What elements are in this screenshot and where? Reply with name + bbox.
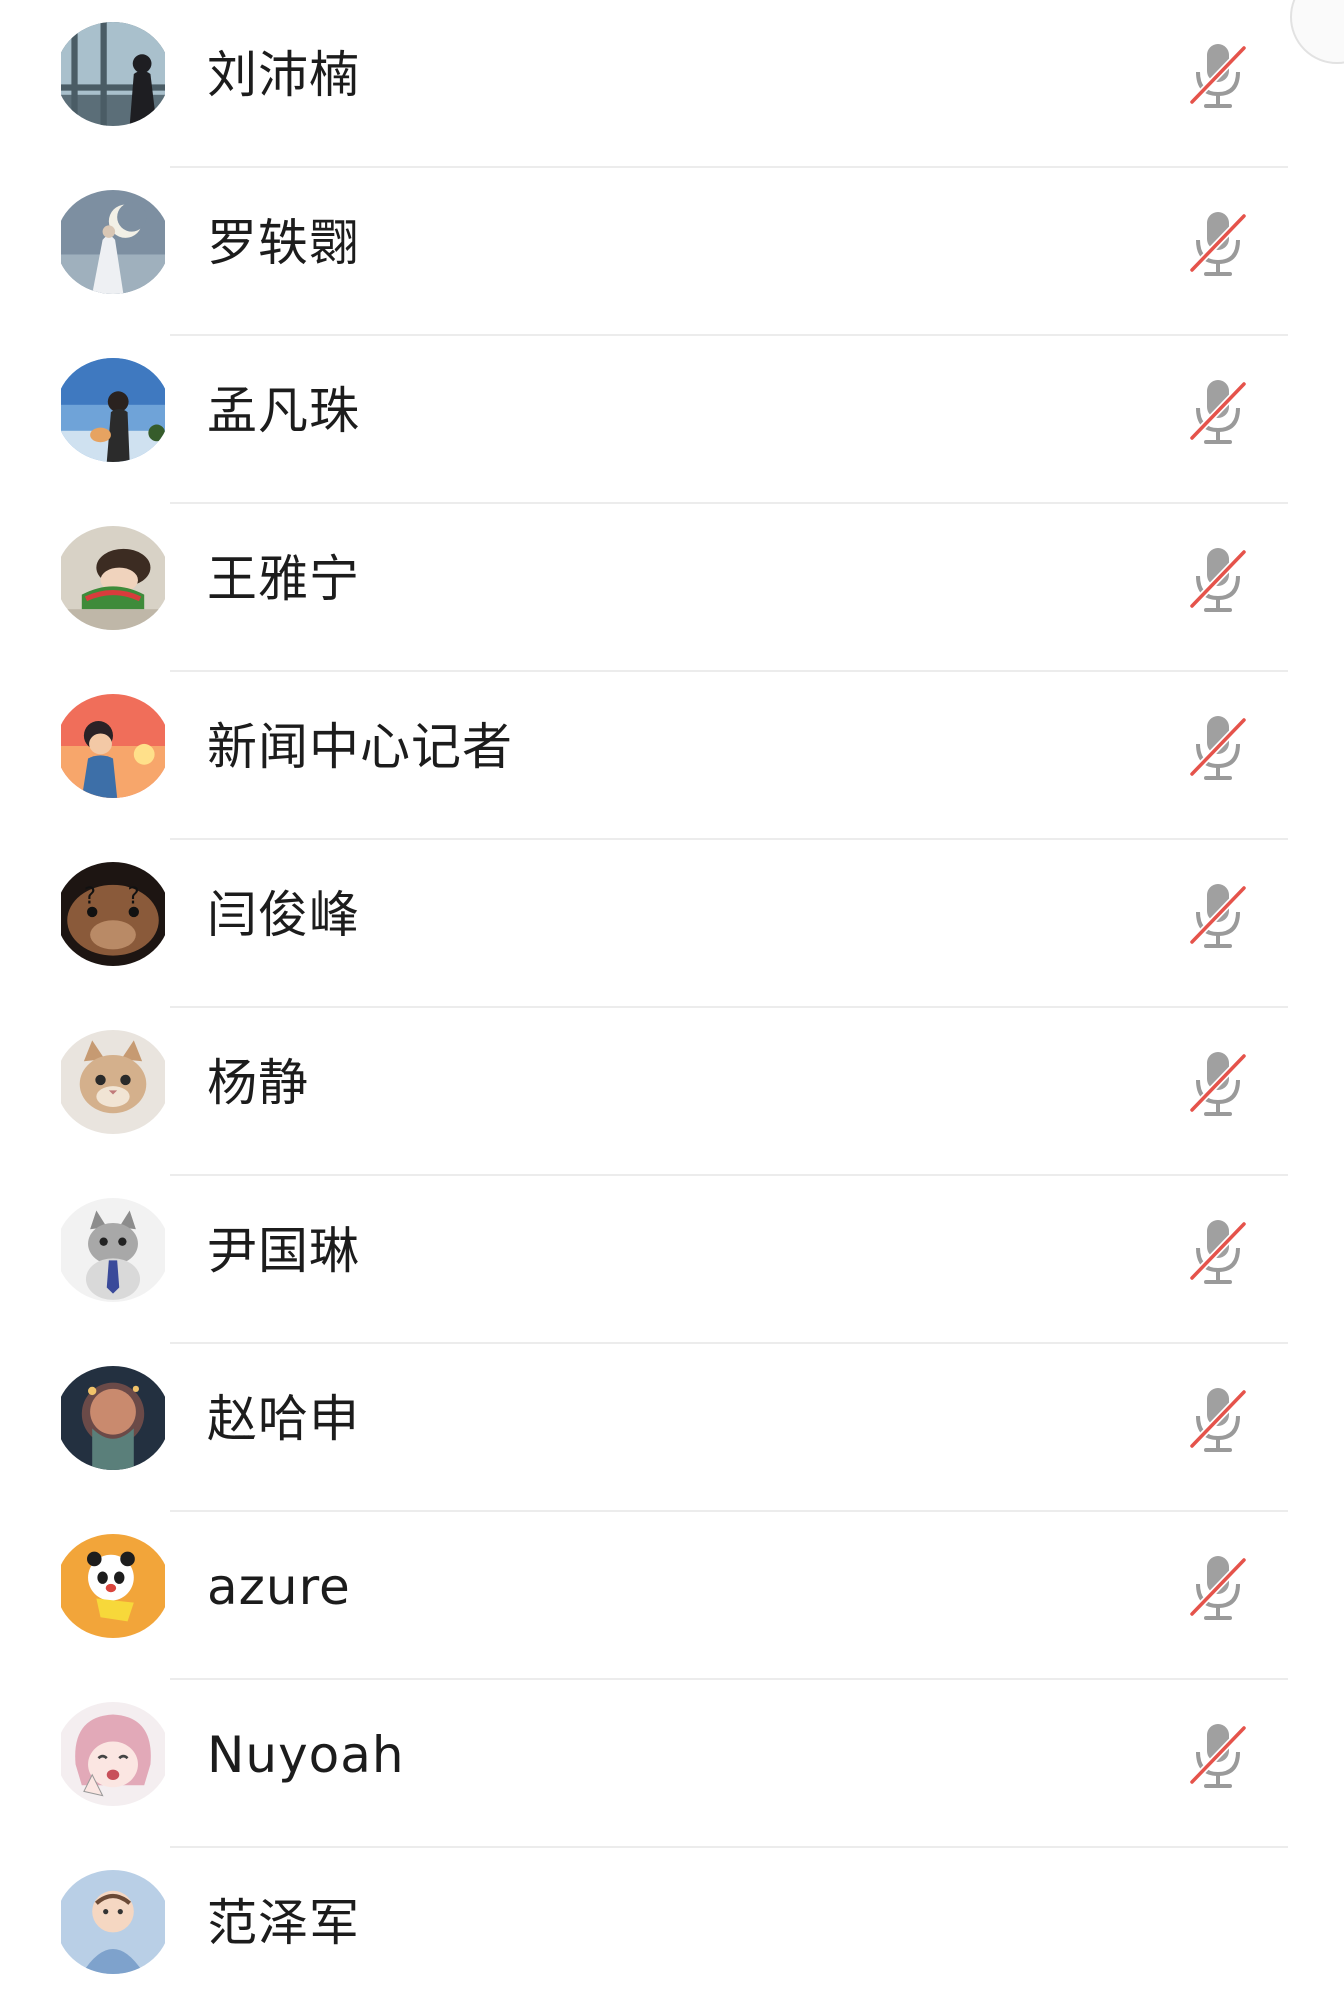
participant-name: 王雅宁 bbox=[207, 550, 360, 608]
avatar-cat[interactable] bbox=[56, 1030, 170, 1134]
participant-row[interactable]: 新闻中心记者 bbox=[0, 672, 1344, 840]
participant-row[interactable]: 孟凡珠 bbox=[0, 336, 1344, 504]
mic-off-icon[interactable] bbox=[1188, 38, 1248, 112]
participant-name: 罗轶翾 bbox=[207, 214, 360, 272]
svg-text:?: ? bbox=[84, 884, 96, 910]
participant-name: 杨静 bbox=[207, 1054, 309, 1112]
svg-text:?: ? bbox=[128, 884, 140, 910]
participant-row[interactable]: ? ? 闫俊峰 bbox=[0, 840, 1344, 1008]
participant-row[interactable]: 杨静 bbox=[0, 1008, 1344, 1176]
mic-off-icon[interactable] bbox=[1188, 710, 1248, 784]
participant-row[interactable]: 赵哈申 bbox=[0, 1344, 1344, 1512]
participant-name: 赵哈申 bbox=[207, 1390, 360, 1448]
mic-off-icon[interactable] bbox=[1188, 878, 1248, 952]
participant-name: azure bbox=[207, 1558, 351, 1616]
avatar-panda-sticker[interactable] bbox=[56, 1534, 170, 1638]
participant-name: 孟凡珠 bbox=[207, 382, 360, 440]
participant-row[interactable]: azure bbox=[0, 1512, 1344, 1680]
mic-off-icon[interactable] bbox=[1188, 1214, 1248, 1288]
avatar-window-girl[interactable] bbox=[56, 22, 170, 126]
participant-row[interactable]: 罗轶翾 bbox=[0, 168, 1344, 336]
avatar-sunset-boy[interactable] bbox=[56, 694, 170, 798]
participant-row[interactable]: 刘沛楠 bbox=[0, 0, 1344, 168]
participant-name: 闫俊峰 bbox=[207, 886, 360, 944]
mic-off-icon[interactable] bbox=[1188, 206, 1248, 280]
mic-off-icon[interactable] bbox=[1188, 1382, 1248, 1456]
participant-row[interactable]: 范泽军 bbox=[0, 1848, 1344, 2016]
avatar-baby[interactable] bbox=[56, 1870, 170, 1974]
mic-off-icon[interactable] bbox=[1188, 374, 1248, 448]
avatar-anime-girl[interactable] bbox=[56, 1702, 170, 1806]
participant-row[interactable]: 王雅宁 bbox=[0, 504, 1344, 672]
participant-name: 新闻中心记者 bbox=[207, 718, 513, 776]
avatar-sleeping-child[interactable] bbox=[56, 526, 170, 630]
avatar-confused-hamster[interactable]: ? ? bbox=[56, 862, 170, 966]
avatar-cat-tie[interactable] bbox=[56, 1198, 170, 1302]
mic-off-icon[interactable] bbox=[1188, 1046, 1248, 1120]
avatar-dark-jellyfish[interactable] bbox=[56, 1366, 170, 1470]
participant-name: Nuyoah bbox=[207, 1726, 405, 1784]
participant-list: 刘沛楠 罗轶翾 孟凡珠 王雅宁 新闻中心记者 ? ? 闫俊峰 杨静 尹国琳 赵哈… bbox=[0, 0, 1344, 2000]
mic-off-icon[interactable] bbox=[1188, 542, 1248, 616]
participant-name: 范泽军 bbox=[207, 1894, 360, 1952]
participant-name: 刘沛楠 bbox=[207, 46, 360, 104]
mic-off-icon[interactable] bbox=[1188, 1718, 1248, 1792]
avatar-sky-girl-dog[interactable] bbox=[56, 358, 170, 462]
participant-row[interactable]: Nuyoah bbox=[0, 1680, 1344, 1848]
mic-off-icon[interactable] bbox=[1188, 1550, 1248, 1624]
participant-name: 尹国琳 bbox=[207, 1222, 360, 1280]
avatar-moon-girl[interactable] bbox=[56, 190, 170, 294]
participant-row[interactable]: 尹国琳 bbox=[0, 1176, 1344, 1344]
